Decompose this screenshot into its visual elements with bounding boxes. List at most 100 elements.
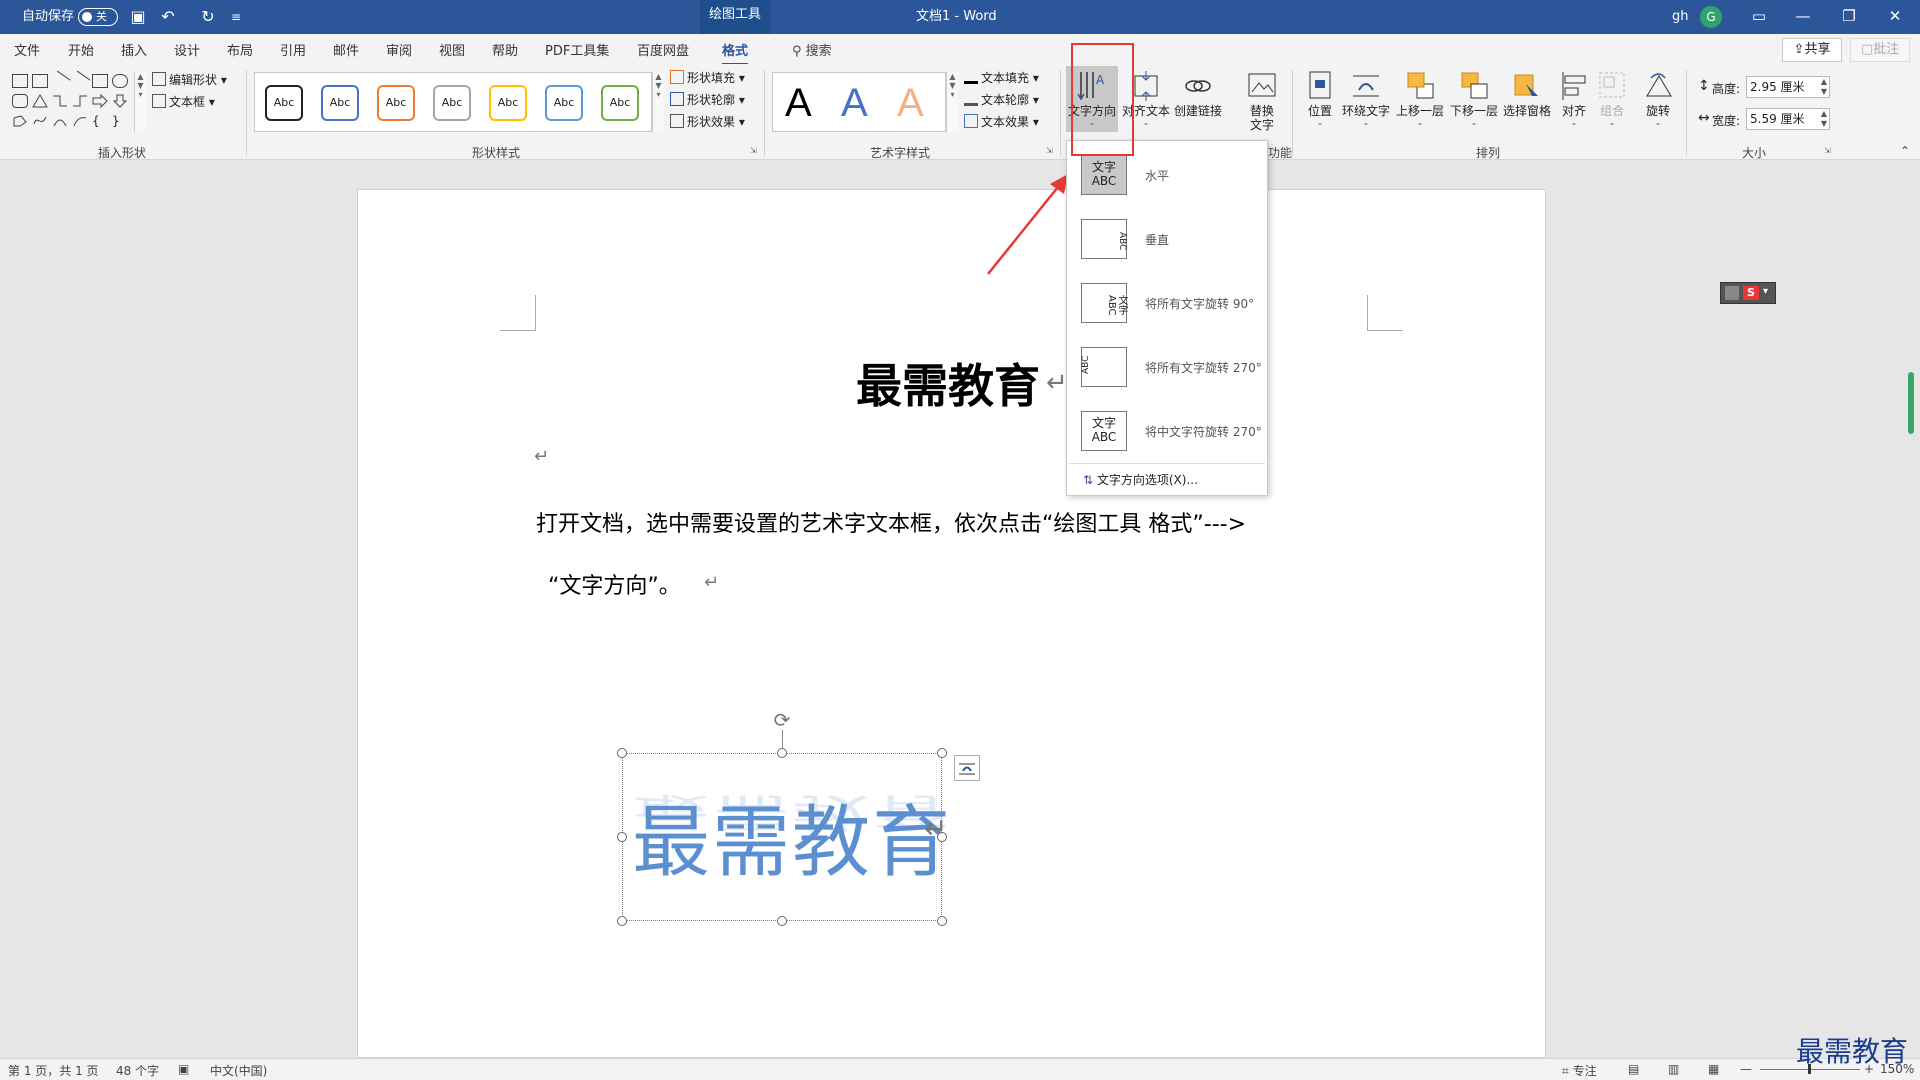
menu-item-vertical[interactable]: ABC 垂直 bbox=[1067, 209, 1267, 273]
bring-forward-button[interactable]: 上移一层 ⌄ bbox=[1394, 70, 1446, 128]
resize-handle-nw[interactable] bbox=[617, 748, 627, 758]
shape-style-black[interactable]: Abc bbox=[265, 85, 303, 121]
wordart-style-black[interactable]: A bbox=[785, 81, 812, 126]
position-button[interactable]: 位置 ⌄ bbox=[1300, 70, 1340, 128]
user-name[interactable]: gh bbox=[1672, 0, 1689, 34]
document-heading[interactable]: 最需教育 bbox=[856, 350, 1040, 416]
shape-style-green[interactable]: Abc bbox=[601, 85, 639, 121]
text-direction-options-item[interactable]: ⇅ 文字方向选项(X)... bbox=[1083, 471, 1198, 488]
width-spinner-icon[interactable]: ▲ ▼ bbox=[1821, 109, 1827, 129]
minimize-icon[interactable]: — bbox=[1780, 0, 1826, 34]
group-button[interactable]: 组合 ⌄ bbox=[1594, 70, 1630, 128]
tab-baidu-netdisk[interactable]: 百度网盘 bbox=[637, 40, 689, 59]
wordart-style-orange[interactable]: A bbox=[897, 81, 924, 126]
print-layout-icon[interactable]: ▥ bbox=[1668, 1062, 1679, 1076]
comments-button[interactable]: ▢批注 bbox=[1850, 38, 1910, 62]
rotate-button[interactable]: 旋转 ⌄ bbox=[1640, 70, 1676, 128]
wrap-text-button[interactable]: 环绕文字 ⌄ bbox=[1340, 70, 1392, 128]
shape-style-lightblue[interactable]: Abc bbox=[545, 85, 583, 121]
save-icon[interactable]: ▣ bbox=[128, 7, 148, 27]
elbow-connector-shape-icon[interactable] bbox=[72, 94, 88, 108]
tab-file[interactable]: 文件 bbox=[14, 40, 40, 59]
scribble-shape-icon[interactable] bbox=[32, 114, 48, 128]
rotate-handle-icon[interactable]: ⟳ bbox=[770, 708, 794, 732]
vertical-textbox-shape-icon[interactable] bbox=[32, 74, 48, 88]
search-box[interactable]: ⚲ 搜索 bbox=[792, 40, 832, 59]
avatar[interactable]: G bbox=[1700, 6, 1722, 28]
restore-icon[interactable]: ❐ bbox=[1826, 0, 1872, 34]
shape-styles-gallery[interactable]: Abc Abc Abc Abc Abc Abc Abc bbox=[254, 72, 652, 132]
tab-home[interactable]: 开始 bbox=[68, 40, 94, 59]
ime-toolbar[interactable]: S ▾ bbox=[1720, 282, 1776, 304]
curve-shape-icon[interactable] bbox=[72, 114, 88, 128]
shape-styles-launcher-icon[interactable]: ⇲ bbox=[750, 146, 757, 155]
shape-style-orange[interactable]: Abc bbox=[377, 85, 415, 121]
resize-handle-ne[interactable] bbox=[937, 748, 947, 758]
close-icon[interactable]: ✕ bbox=[1872, 0, 1918, 34]
wordart-gallery-scroll[interactable]: ▲ ▼ ▾ bbox=[946, 72, 958, 132]
resize-handle-se[interactable] bbox=[937, 916, 947, 926]
shapes-gallery-scroll[interactable]: ▲ ▼ ▾ bbox=[134, 72, 146, 132]
wordart-launcher-icon[interactable]: ⇲ bbox=[1046, 146, 1053, 155]
shape-style-gray[interactable]: Abc bbox=[433, 85, 471, 121]
redo-icon[interactable]: ↻ bbox=[198, 7, 218, 27]
edit-shape-button[interactable]: 编辑形状 ▾ bbox=[152, 70, 227, 90]
ime-keyboard-icon[interactable] bbox=[1725, 286, 1739, 300]
wordart-style-blue[interactable]: A bbox=[841, 81, 868, 126]
create-link-button[interactable]: 创建链接 bbox=[1172, 70, 1224, 118]
ime-menu-icon[interactable]: ▾ bbox=[1763, 286, 1768, 297]
arrow-line-shape-icon[interactable] bbox=[69, 70, 91, 92]
ribbon-display-icon[interactable]: ▭ bbox=[1736, 0, 1782, 34]
shape-style-gold[interactable]: Abc bbox=[489, 85, 527, 121]
arc-shape-icon[interactable] bbox=[52, 114, 68, 128]
layout-options-icon[interactable] bbox=[954, 755, 980, 781]
menu-item-rotate-cjk-270[interactable]: 文字 ABC 将中文字符旋转 270° bbox=[1067, 401, 1267, 465]
brace-left-shape-icon[interactable]: { bbox=[92, 114, 108, 128]
tab-design[interactable]: 设计 bbox=[174, 40, 200, 59]
sogou-ime-icon[interactable]: S bbox=[1743, 286, 1759, 300]
menu-item-rotate-270[interactable]: ABC 将所有文字旋转 270° bbox=[1067, 337, 1267, 401]
vertical-scrollbar-thumb[interactable] bbox=[1908, 372, 1914, 434]
width-field[interactable]: 5.59 厘米 ▲ ▼ bbox=[1746, 108, 1830, 130]
resize-handle-w[interactable] bbox=[617, 832, 627, 842]
resize-handle-sw[interactable] bbox=[617, 916, 627, 926]
tab-mailings[interactable]: 邮件 bbox=[333, 40, 359, 59]
tab-insert[interactable]: 插入 bbox=[121, 40, 147, 59]
tab-review[interactable]: 审阅 bbox=[386, 40, 412, 59]
tab-references[interactable]: 引用 bbox=[280, 40, 306, 59]
zoom-out-icon[interactable]: — bbox=[1740, 1062, 1752, 1076]
collapse-ribbon-icon[interactable]: ⌃ bbox=[1900, 144, 1910, 158]
shape-fill-button[interactable]: 形状填充 ▾ bbox=[670, 68, 745, 88]
height-field[interactable]: 2.95 厘米 ▲ ▼ bbox=[1746, 76, 1830, 98]
text-fill-button[interactable]: 文本填充 ▾ bbox=[964, 68, 1039, 88]
focus-mode-button[interactable]: ⌗ 专注 bbox=[1562, 1062, 1597, 1079]
shape-style-blue[interactable]: Abc bbox=[321, 85, 359, 121]
word-count[interactable]: 48 个字 bbox=[116, 1062, 159, 1079]
body-text-line-1[interactable]: 打开文档，选中需要设置的艺术字文本框，依次点击“绘图工具 格式”---> bbox=[536, 506, 1246, 538]
share-button[interactable]: ⇪共享 bbox=[1782, 38, 1842, 62]
page-count[interactable]: 第 1 页，共 1 页 bbox=[8, 1062, 99, 1079]
autosave-toggle[interactable]: 关 bbox=[78, 8, 118, 26]
brace-right-shape-icon[interactable]: } bbox=[112, 114, 128, 128]
undo-icon[interactable]: ↶ bbox=[158, 7, 178, 27]
down-arrow-shape-icon[interactable] bbox=[112, 94, 128, 108]
size-launcher-icon[interactable]: ⇲ bbox=[1824, 146, 1831, 155]
proofing-icon[interactable]: ▣ bbox=[178, 1062, 189, 1076]
shape-outline-button[interactable]: 形状轮廓 ▾ bbox=[670, 90, 745, 110]
connector-shape-icon[interactable] bbox=[52, 94, 68, 108]
shapes-gallery[interactable]: { } bbox=[10, 70, 134, 132]
selection-pane-button[interactable]: 选择窗格 bbox=[1500, 70, 1554, 118]
body-text-line-2[interactable]: “文字方向”。 bbox=[548, 568, 681, 600]
wordart-gallery[interactable]: A A A bbox=[772, 72, 946, 132]
textbox-shape-icon[interactable] bbox=[12, 74, 28, 88]
language-indicator[interactable]: 中文(中国) bbox=[210, 1062, 267, 1079]
tab-pdf-tools[interactable]: PDF工具集 bbox=[545, 40, 609, 59]
tab-help[interactable]: 帮助 bbox=[492, 40, 518, 59]
shape-effects-button[interactable]: 形状效果 ▾ bbox=[670, 112, 745, 132]
right-arrow-shape-icon[interactable] bbox=[92, 93, 108, 109]
resize-handle-n[interactable] bbox=[777, 748, 787, 758]
tab-view[interactable]: 视图 bbox=[439, 40, 465, 59]
resize-handle-e[interactable] bbox=[937, 832, 947, 842]
rectangle-shape-icon[interactable] bbox=[92, 74, 108, 88]
oval-shape-icon[interactable] bbox=[112, 74, 128, 88]
